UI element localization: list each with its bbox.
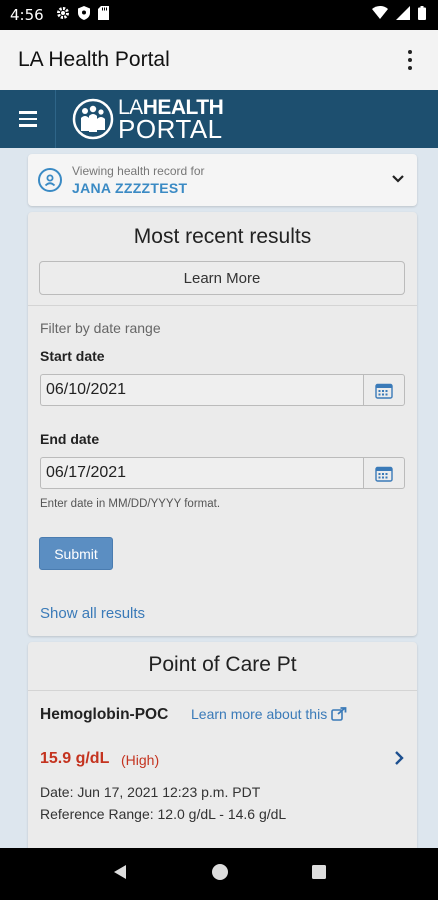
- recents-icon[interactable]: [311, 864, 327, 885]
- overflow-menu-icon[interactable]: [400, 45, 420, 75]
- results-title: Most recent results: [133, 225, 312, 248]
- record-selector[interactable]: Viewing health record for JANA ZZZZTEST: [28, 154, 417, 206]
- cell-signal-icon: [396, 5, 410, 25]
- app-bar: LA Health Portal: [0, 30, 438, 90]
- site-header: LAHEALTH PORTAL: [0, 90, 438, 148]
- divider: [28, 690, 417, 691]
- point-of-care-card: Point of Care Pt Hemoglobin-POC Learn mo…: [28, 642, 417, 848]
- back-icon[interactable]: [111, 863, 129, 886]
- calendar-icon[interactable]: [363, 457, 405, 489]
- submit-button[interactable]: Submit: [39, 537, 113, 570]
- status-bar: 4:56: [0, 0, 438, 30]
- navigation-bar: [0, 848, 438, 900]
- record-label: Viewing health record for: [72, 164, 205, 178]
- start-date-label: Start date: [40, 348, 105, 364]
- record-name: JANA ZZZZTEST: [72, 180, 188, 196]
- end-date-label: End date: [40, 431, 100, 447]
- battery-icon: [418, 5, 426, 25]
- test-name: Hemoglobin-POC: [40, 706, 169, 723]
- result-flag: (High): [121, 752, 160, 768]
- family-logo-icon: [72, 98, 114, 140]
- external-link-icon: [331, 707, 347, 721]
- divider: [28, 305, 417, 306]
- learn-more-button[interactable]: Learn More: [39, 261, 405, 295]
- logo-portal: PORTAL: [118, 113, 223, 144]
- content-area: Viewing health record for JANA ZZZZTEST …: [0, 148, 438, 848]
- app-title: LA Health Portal: [18, 48, 170, 71]
- sd-card-icon: [97, 5, 109, 25]
- poc-title: Point of Care Pt: [148, 653, 297, 676]
- result-date: Date: Jun 17, 2021 12:23 p.m. PDT: [40, 784, 261, 800]
- results-card: Most recent results Learn More Filter by…: [28, 212, 417, 636]
- settings-gear-icon: [56, 6, 70, 25]
- chevron-down-icon[interactable]: [391, 171, 405, 189]
- date-format-hint: Enter date in MM/DD/YYYY format.: [40, 498, 221, 510]
- learn-more-about-label: Learn more about this: [191, 706, 328, 722]
- hamburger-menu-icon[interactable]: [0, 90, 56, 148]
- calendar-icon[interactable]: [363, 374, 405, 406]
- status-time: 4:56: [10, 6, 44, 24]
- wifi-icon: [372, 6, 388, 24]
- start-date-group: 06/10/2021: [40, 374, 405, 406]
- portal-logo[interactable]: LAHEALTH PORTAL: [72, 97, 224, 144]
- result-value: 15.9 g/dL: [40, 750, 110, 767]
- end-date-group: 06/17/2021: [40, 457, 405, 489]
- chevron-right-icon[interactable]: [394, 750, 404, 771]
- show-all-results-link[interactable]: Show all results: [40, 605, 145, 622]
- filter-label: Filter by date range: [40, 320, 161, 336]
- start-date-input[interactable]: 06/10/2021: [40, 374, 363, 406]
- home-icon[interactable]: [211, 863, 229, 886]
- shield-icon: [77, 5, 90, 25]
- learn-more-about-link[interactable]: Learn more about this: [191, 706, 347, 722]
- person-icon: [38, 168, 62, 192]
- reference-range: Reference Range: 12.0 g/dL - 14.6 g/dL: [40, 806, 287, 822]
- end-date-input[interactable]: 06/17/2021: [40, 457, 363, 489]
